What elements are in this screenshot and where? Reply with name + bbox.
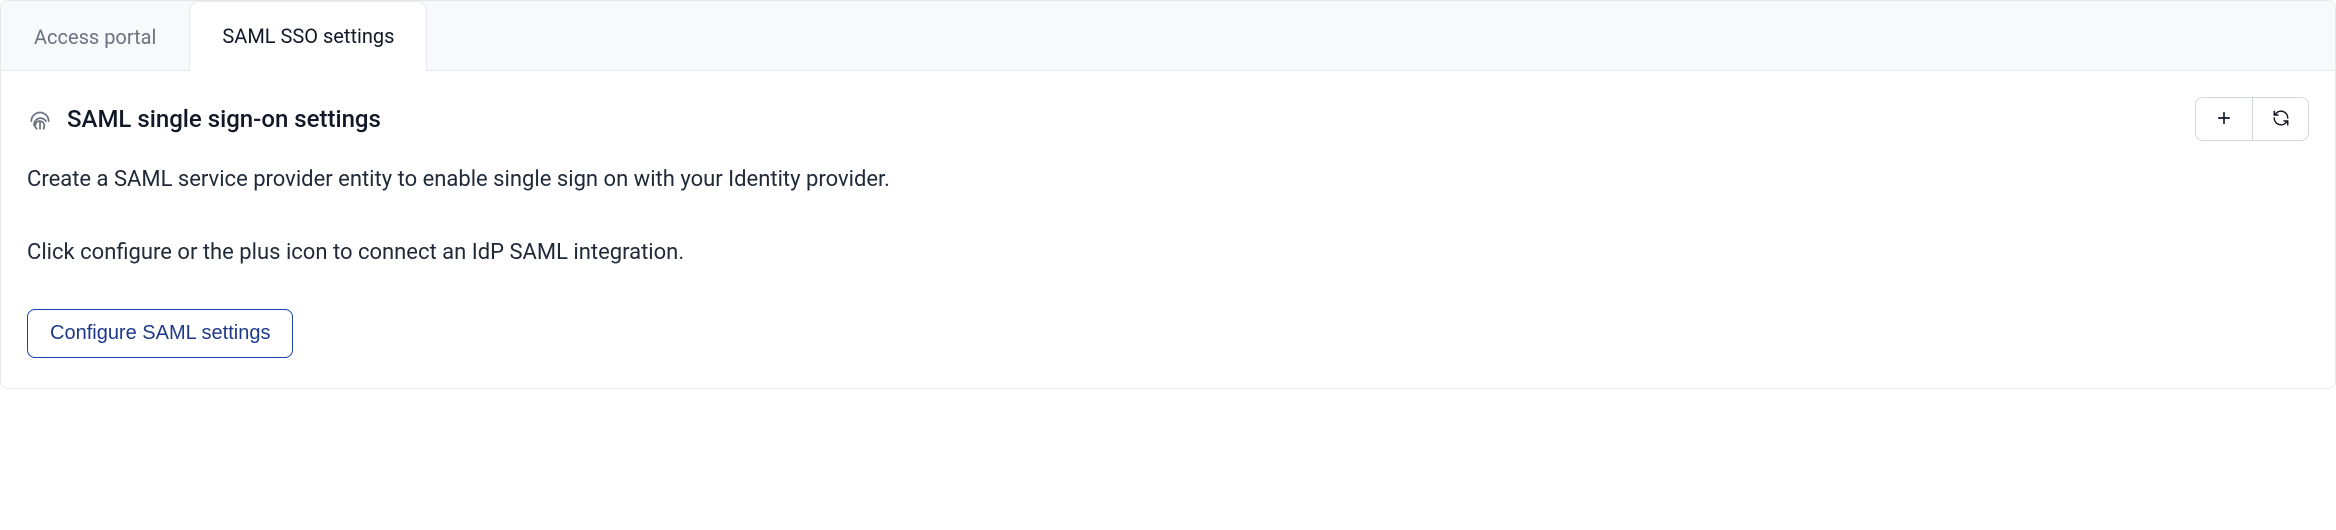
refresh-button[interactable] — [2252, 98, 2308, 140]
settings-container: Access portal SAML SSO settings SAML sin… — [0, 0, 2336, 389]
add-button[interactable] — [2196, 98, 2252, 140]
page-title: SAML single sign-on settings — [67, 105, 381, 133]
plus-icon — [2215, 109, 2233, 130]
saml-panel: SAML single sign-on settings — [1, 71, 2335, 388]
tab-access-portal[interactable]: Access portal — [1, 2, 189, 71]
fingerprint-icon — [27, 106, 53, 132]
configure-saml-button[interactable]: Configure SAML settings — [27, 309, 293, 358]
title-wrap: SAML single sign-on settings — [27, 105, 381, 133]
panel-instruction: Click configure or the plus icon to conn… — [27, 240, 2309, 265]
panel-description: Create a SAML service provider entity to… — [27, 163, 2309, 196]
tab-saml-sso-settings[interactable]: SAML SSO settings — [189, 1, 427, 71]
action-button-group — [2195, 97, 2309, 141]
refresh-icon — [2272, 109, 2290, 130]
panel-header: SAML single sign-on settings — [27, 97, 2309, 141]
tab-bar: Access portal SAML SSO settings — [1, 1, 2335, 71]
